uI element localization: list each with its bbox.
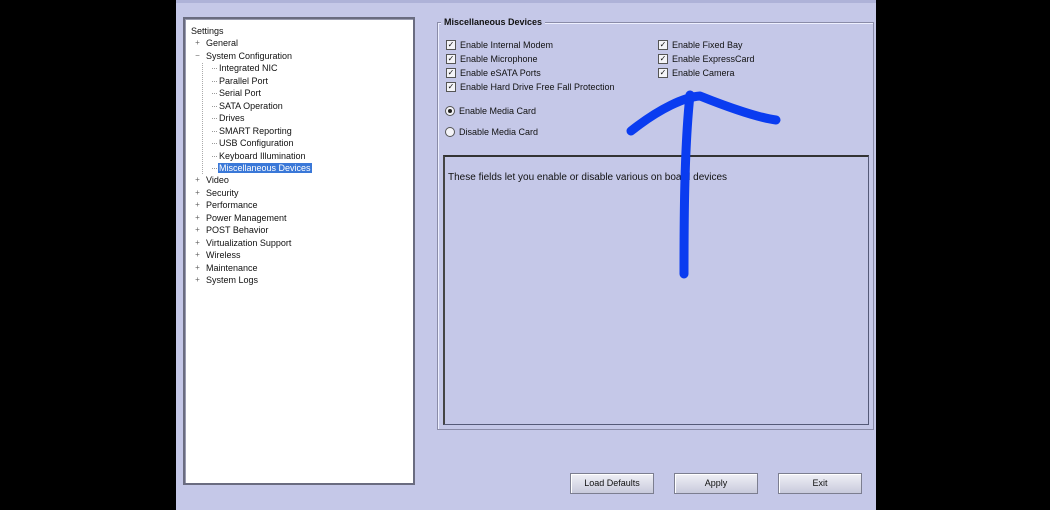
radio-label: Enable Media Card <box>459 106 537 116</box>
tree-item-label: Video <box>206 175 229 186</box>
tree-item[interactable]: + General <box>195 37 239 49</box>
tree-expander-icon[interactable]: − <box>194 51 201 60</box>
bios-setup-screen: Settings + General − System Configuration Int… <box>176 0 876 510</box>
tree-expander-icon <box>212 68 217 70</box>
tree-item[interactable]: SATA Operation <box>212 100 284 112</box>
tree-item[interactable]: + Performance <box>195 199 259 211</box>
settings-tree: Settings + General − System Configuration Int… <box>187 25 411 481</box>
checkbox-label: Enable Hard Drive Free Fall Protection <box>460 82 615 92</box>
tree-item[interactable]: + Maintenance <box>195 262 259 274</box>
tree-item-label: System Configuration <box>206 50 293 61</box>
checkbox[interactable]: ✓ <box>658 68 668 78</box>
tree-item[interactable]: Keyboard Illumination <box>212 150 307 162</box>
exit-button[interactable]: Exit <box>778 473 862 494</box>
tree-expander-icon[interactable]: + <box>194 213 201 222</box>
tree-item-label: Wireless <box>206 250 241 261</box>
tree-item[interactable]: Serial Port <box>212 87 262 99</box>
tree-expander-icon <box>212 143 217 145</box>
checkbox-label: Enable Camera <box>672 68 735 78</box>
tree-item[interactable]: Parallel Port <box>212 75 269 87</box>
tree-expander-icon <box>212 130 217 132</box>
radio-button[interactable] <box>445 106 455 116</box>
help-description-text: These fields let you enable or disable v… <box>448 172 728 183</box>
help-description-box: These fields let you enable or disable v… <box>443 155 869 425</box>
tree-item[interactable]: Integrated NIC <box>212 62 279 74</box>
tree-expander-icon[interactable]: + <box>194 238 201 247</box>
tree-item[interactable]: + System Logs <box>195 274 259 286</box>
tree-expander-icon[interactable]: + <box>194 188 201 197</box>
tree-item-label: System Logs <box>206 275 259 285</box>
checkbox[interactable]: ✓ <box>446 68 456 78</box>
tree-expander-icon[interactable]: + <box>194 200 201 209</box>
checkbox[interactable]: ✓ <box>446 40 456 50</box>
tree-item-label: USB Configuration <box>219 138 294 149</box>
tree-expander-icon <box>212 155 217 157</box>
tree-item[interactable]: Miscellaneous Devices <box>212 162 312 174</box>
tree-item-label: Keyboard Illumination <box>219 150 306 161</box>
group-title: Miscellaneous Devices <box>441 16 546 28</box>
tree-item-label: SMART Reporting <box>219 125 292 136</box>
tree-item[interactable]: USB Configuration <box>212 137 295 149</box>
apply-button[interactable]: Apply <box>674 473 758 494</box>
tree-item[interactable]: + Video <box>195 174 230 186</box>
checkbox[interactable]: ✓ <box>658 40 668 50</box>
tree-item-label: Performance <box>206 200 258 211</box>
tree-item-label: Virtualization Support <box>206 237 292 248</box>
tree-item-label: Serial Port <box>219 88 262 99</box>
tree-item-label: General <box>206 38 239 49</box>
tree-expander-icon <box>212 93 217 95</box>
tree-expander-icon[interactable]: + <box>194 225 201 234</box>
tree-item[interactable]: + Virtualization Support <box>195 237 292 249</box>
tree-item-label: Security <box>206 187 239 198</box>
tree-item[interactable]: Drives <box>212 112 246 124</box>
tree-expander-icon <box>212 118 217 120</box>
tree-expander-icon <box>212 167 217 169</box>
tree-expander-icon[interactable]: + <box>194 275 201 284</box>
tree-item-label: POST Behavior <box>206 225 269 236</box>
tree-expander-icon[interactable]: + <box>194 175 201 184</box>
tree-item-label: Power Management <box>206 212 287 223</box>
tree-expander-icon <box>212 105 217 107</box>
tree-expander-icon[interactable]: + <box>194 250 201 259</box>
checkbox[interactable]: ✓ <box>446 82 456 92</box>
tree-item[interactable]: + Security <box>195 187 240 199</box>
settings-tree-panel: Settings + General − System Configuration Int… <box>183 17 415 485</box>
checkbox[interactable]: ✓ <box>446 54 456 64</box>
tree-expander-icon <box>212 80 217 82</box>
radio-label: Disable Media Card <box>459 127 539 137</box>
tree-item[interactable]: SMART Reporting <box>212 125 293 137</box>
tree-item[interactable]: + POST Behavior <box>195 224 269 236</box>
checkbox-label: Enable Fixed Bay <box>672 40 743 50</box>
tree-item-label: Integrated NIC <box>219 63 278 74</box>
tree-item[interactable]: + Power Management <box>195 212 288 224</box>
top-border <box>176 0 876 3</box>
tree-item[interactable]: + Wireless <box>195 249 242 261</box>
radio-button[interactable] <box>445 127 455 137</box>
checkbox-label: Enable Microphone <box>460 54 538 64</box>
tree-item-label: Maintenance <box>206 262 258 273</box>
tree-branch-line <box>202 63 203 174</box>
tree-item-label: Settings <box>191 26 224 36</box>
tree-item[interactable]: − System Configuration <box>195 50 293 62</box>
checkbox-label: Enable ExpressCard <box>672 54 755 64</box>
tree-item-label: Drives <box>219 113 245 124</box>
checkbox-label: Enable Internal Modem <box>460 40 554 50</box>
tree-item[interactable]: Settings <box>190 25 225 37</box>
checkbox[interactable]: ✓ <box>658 54 668 64</box>
load-defaults-button[interactable]: Load Defaults <box>570 473 654 494</box>
tree-expander-icon[interactable]: + <box>194 263 201 272</box>
tree-expander-icon[interactable]: + <box>194 38 201 47</box>
tree-item-label: Miscellaneous Devices <box>218 162 312 173</box>
checkbox-label: Enable eSATA Ports <box>460 68 541 78</box>
tree-item-label: SATA Operation <box>219 100 283 111</box>
tree-item-label: Parallel Port <box>219 75 269 86</box>
